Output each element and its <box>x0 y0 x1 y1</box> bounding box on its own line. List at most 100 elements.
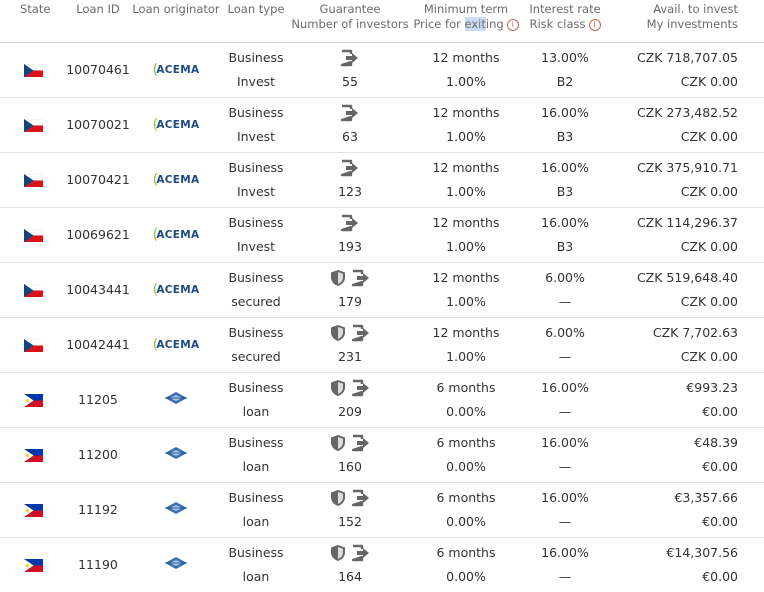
loan-type-line2: secured <box>231 293 281 309</box>
loan-type-line1: Business <box>228 104 284 120</box>
loan-id[interactable]: 11190 <box>78 557 118 572</box>
rate-cell: 16.00% — <box>522 372 608 427</box>
header-avail: Avail. to invest <box>653 2 738 16</box>
loan-type-cell: Business loan <box>222 372 290 427</box>
loan-type-line2: Invest <box>236 73 276 89</box>
investors-count: 231 <box>338 348 362 364</box>
guarantee-cell: 63 <box>290 97 410 152</box>
czech-flag-icon <box>24 229 43 242</box>
exit-info-icon[interactable]: i <box>506 18 519 31</box>
loan-id[interactable]: 10070461 <box>66 62 130 77</box>
exit-price: 1.00% <box>446 73 486 89</box>
header-originator[interactable]: Loan originator <box>130 0 222 42</box>
header-guarantee-investors[interactable]: Guarantee Number of investors <box>290 0 410 42</box>
table-row[interactable]: 10043441 (ACEMA Business secured 179 12 m… <box>0 262 764 317</box>
term-cell: 6 months 0.00% <box>410 482 522 537</box>
guarantee-cell: 209 <box>290 372 410 427</box>
exit-price: 1.00% <box>446 183 486 199</box>
originator-diamond-logo[interactable] <box>164 556 188 570</box>
loan-type-line1: Business <box>228 159 284 175</box>
shield-icon <box>330 544 345 561</box>
acema-logo[interactable]: (ACEMA <box>153 337 200 353</box>
table-row[interactable]: 11192 Business loan 152 6 months 0.00% 16.… <box>0 482 764 537</box>
loan-id-cell: 10070421 <box>66 152 130 207</box>
my-investments: CZK 0.00 <box>680 128 738 144</box>
originator-cell <box>130 537 222 592</box>
avail-to-invest: CZK 718,707.05 <box>636 49 738 65</box>
interest-rate: 16.00% <box>541 159 589 175</box>
exit-arrow-icon <box>340 159 358 176</box>
avail-to-invest: CZK 375,910.71 <box>636 159 738 175</box>
header-avail-mine[interactable]: Avail. to invest My investments <box>608 0 764 42</box>
originator-cell: (ACEMA <box>130 97 222 152</box>
table-row[interactable]: 10042441 (ACEMA Business secured 231 12 m… <box>0 317 764 372</box>
header-loan-id[interactable]: Loan ID <box>66 0 130 42</box>
acema-logo[interactable]: (ACEMA <box>153 227 200 243</box>
originator-cell <box>130 482 222 537</box>
exit-arrow-icon <box>351 269 369 286</box>
loan-id[interactable]: 10042441 <box>66 337 130 352</box>
interest-rate: 6.00% <box>545 324 585 340</box>
my-investments: €0.00 <box>702 403 738 419</box>
rate-cell: 6.00% — <box>522 262 608 317</box>
loan-type-cell: Business Invest <box>222 152 290 207</box>
loan-id[interactable]: 10070021 <box>66 117 130 132</box>
header-term-exit[interactable]: Minimum term Price for exiting i <box>410 0 522 42</box>
header-state[interactable]: State <box>0 0 66 42</box>
table-row[interactable]: 10070461 (ACEMA Business Invest 55 12 mon… <box>0 42 764 97</box>
avail-to-invest: €3,357.66 <box>674 489 738 505</box>
loan-id[interactable]: 11200 <box>78 447 118 462</box>
loan-id[interactable]: 10069621 <box>66 227 130 242</box>
table-row[interactable]: 11205 Business loan 209 6 months 0.00% 16.… <box>0 372 764 427</box>
loan-id[interactable]: 10043441 <box>66 282 130 297</box>
exit-price: 0.00% <box>446 513 486 529</box>
exit-arrow-icon <box>351 379 369 396</box>
shield-icon <box>330 434 345 451</box>
my-investments: CZK 0.00 <box>680 348 738 364</box>
loan-id[interactable]: 11192 <box>78 502 118 517</box>
avail-to-invest: CZK 273,482.52 <box>636 104 738 120</box>
exit-arrow-icon <box>340 104 358 121</box>
originator-cell <box>130 427 222 482</box>
header-loan-type[interactable]: Loan type <box>222 0 290 42</box>
acema-logo[interactable]: (ACEMA <box>153 172 200 188</box>
loan-id[interactable]: 11205 <box>78 392 118 407</box>
table-row[interactable]: 10070421 (ACEMA Business Invest 123 12 mo… <box>0 152 764 207</box>
originator-diamond-logo[interactable] <box>164 446 188 460</box>
guarantee-cell: 55 <box>290 42 410 97</box>
investors-count: 152 <box>338 513 362 529</box>
czech-flag-icon <box>24 119 43 132</box>
acema-logo[interactable]: (ACEMA <box>153 282 200 298</box>
my-investments: €0.00 <box>702 513 738 529</box>
table-row[interactable]: 10069621 (ACEMA Business Invest 193 12 mo… <box>0 207 764 262</box>
loan-type-line1: Business <box>228 49 284 65</box>
state-cell <box>0 482 66 537</box>
risk-class: B3 <box>556 183 574 199</box>
loan-id-cell: 11192 <box>66 482 130 537</box>
table-row[interactable]: 11200 Business loan 160 6 months 0.00% 16.… <box>0 427 764 482</box>
interest-rate: 16.00% <box>541 489 589 505</box>
min-term: 6 months <box>436 379 496 395</box>
originator-diamond-logo[interactable] <box>164 501 188 515</box>
my-investments: €0.00 <box>702 458 738 474</box>
state-cell <box>0 372 66 427</box>
acema-logo[interactable]: (ACEMA <box>153 117 200 133</box>
avail-to-invest: €993.23 <box>686 379 738 395</box>
exit-price: 1.00% <box>446 238 486 254</box>
header-rate-risk[interactable]: Interest rate Risk class i <box>522 0 608 42</box>
originator-diamond-logo[interactable] <box>164 391 188 405</box>
exit-arrow-icon <box>351 489 369 506</box>
term-cell: 12 months 1.00% <box>410 262 522 317</box>
acema-logo[interactable]: (ACEMA <box>153 62 200 78</box>
interest-rate: 16.00% <box>541 104 589 120</box>
interest-rate: 6.00% <box>545 269 585 285</box>
table-row[interactable]: 11190 Business loan 164 6 months 0.00% 16.… <box>0 537 764 592</box>
avail-to-invest: CZK 7,702.63 <box>652 324 738 340</box>
risk-info-icon[interactable]: i <box>588 18 601 31</box>
loan-id[interactable]: 10070421 <box>66 172 130 187</box>
czech-flag-icon <box>24 64 43 77</box>
philippines-flag-icon <box>24 394 43 407</box>
loan-id-cell: 11205 <box>66 372 130 427</box>
table-row[interactable]: 10070021 (ACEMA Business Invest 63 12 mon… <box>0 97 764 152</box>
loan-type-line2: Invest <box>236 128 276 144</box>
